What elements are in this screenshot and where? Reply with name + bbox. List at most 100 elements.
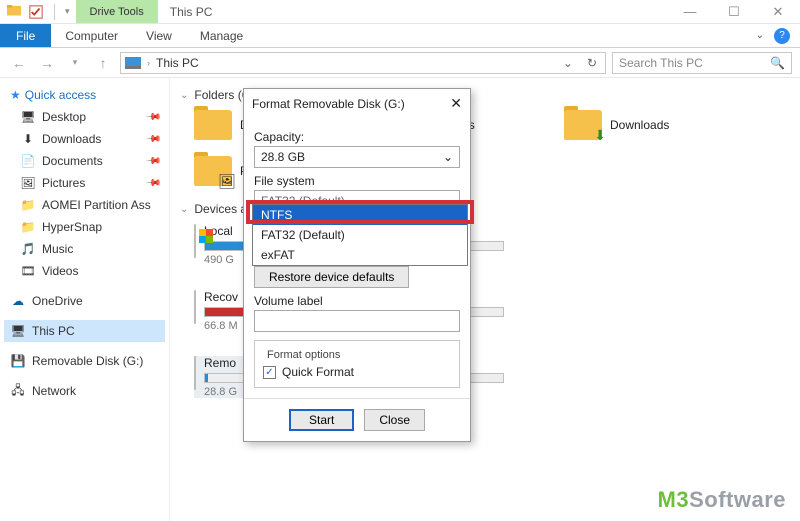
desktop-icon: 🖥 bbox=[20, 109, 36, 125]
sidebar-item-label: Music bbox=[42, 242, 73, 256]
search-input[interactable]: Search This PC 🔍 bbox=[612, 52, 792, 74]
quick-format-label: Quick Format bbox=[282, 365, 354, 379]
quick-access-toolbar: ▾ bbox=[0, 0, 76, 23]
ribbon: File Computer View Manage ⌄ ? bbox=[0, 24, 800, 48]
sidebar-quick-access-label: Quick access bbox=[25, 88, 96, 102]
sidebar-item-label: Downloads bbox=[42, 132, 101, 146]
format-dialog: Format Removable Disk (G:) ✕ Capacity: 2… bbox=[243, 88, 471, 442]
volume-label-input[interactable] bbox=[254, 310, 460, 332]
nav-forward-button[interactable]: → bbox=[36, 55, 58, 71]
breadcrumb[interactable]: This PC bbox=[156, 56, 199, 70]
sidebar-item-label: OneDrive bbox=[32, 294, 83, 308]
ribbon-tab-manage[interactable]: Manage bbox=[186, 24, 257, 47]
watermark-brand: M3 bbox=[658, 487, 690, 512]
this-pc-icon: 🖥 bbox=[10, 323, 26, 339]
search-placeholder: Search This PC bbox=[619, 56, 703, 70]
dialog-titlebar: Format Removable Disk (G:) ✕ bbox=[244, 89, 470, 118]
format-options-group: Format options ✓ Quick Format bbox=[254, 340, 460, 388]
filesystem-dropdown-list: NTFS FAT32 (Default) exFAT bbox=[252, 204, 468, 266]
downloads-icon: ⬇ bbox=[20, 131, 36, 147]
checkbox-icon[interactable] bbox=[28, 4, 44, 20]
nav-back-button[interactable]: ← bbox=[8, 55, 30, 71]
folder-icon: 🖼 bbox=[194, 156, 232, 186]
download-arrow-icon: ⬇ bbox=[594, 127, 606, 144]
ribbon-file[interactable]: File bbox=[0, 24, 51, 47]
close-button[interactable]: ✕ bbox=[756, 0, 800, 23]
picture-icon: 🖼 bbox=[218, 173, 236, 190]
sidebar-this-pc[interactable]: 🖥This PC bbox=[4, 320, 165, 342]
minimize-button[interactable]: — bbox=[668, 0, 712, 23]
filesystem-option-fat32[interactable]: FAT32 (Default) bbox=[253, 225, 467, 245]
format-options-legend: Format options bbox=[263, 349, 344, 361]
quick-format-checkbox[interactable]: ✓ Quick Format bbox=[263, 365, 451, 379]
sidebar-item-hypersnap[interactable]: 📁HyperSnap bbox=[4, 216, 165, 238]
sidebar-item-label: Network bbox=[32, 384, 76, 398]
window-titlebar: ▾ Drive Tools This PC — ☐ ✕ bbox=[0, 0, 800, 24]
qat-dropdown-icon[interactable]: ▾ bbox=[65, 6, 70, 17]
dialog-close-button[interactable]: ✕ bbox=[450, 95, 462, 112]
sidebar-item-music[interactable]: 🎵 Music bbox=[4, 238, 165, 260]
drive-icon bbox=[194, 290, 196, 324]
help-icon[interactable]: ? bbox=[774, 28, 790, 44]
sidebar-item-aomei[interactable]: 📁AOMEI Partition Ass bbox=[4, 194, 165, 216]
folder-downloads[interactable]: ⬇ Downloads bbox=[564, 110, 754, 140]
address-bar[interactable]: › This PC ⌄ ↻ bbox=[120, 52, 606, 74]
documents-icon: 📄 bbox=[20, 153, 36, 169]
this-pc-icon bbox=[125, 57, 141, 69]
restore-defaults-button[interactable]: Restore device defaults bbox=[254, 266, 409, 288]
drive-icon bbox=[194, 224, 196, 258]
dialog-title: Format Removable Disk (G:) bbox=[252, 97, 405, 111]
watermark-text: Software bbox=[689, 487, 786, 512]
sidebar-item-pictures[interactable]: 🖼Pictures📌 bbox=[4, 172, 165, 194]
sidebar-item-label: Removable Disk (G:) bbox=[32, 354, 143, 368]
ribbon-tab-view[interactable]: View bbox=[132, 24, 186, 47]
sidebar-onedrive[interactable]: ☁OneDrive bbox=[4, 290, 165, 312]
folder-label: Downloads bbox=[610, 118, 669, 132]
usb-icon: 💾 bbox=[10, 353, 26, 369]
capacity-select[interactable]: 28.8 GB ⌄ bbox=[254, 146, 460, 168]
ribbon-help-area: ⌄ ? bbox=[746, 24, 800, 47]
videos-icon: 🎞 bbox=[20, 263, 36, 279]
sidebar-item-downloads[interactable]: ⬇ Downloads 📌 bbox=[4, 128, 165, 150]
maximize-button[interactable]: ☐ bbox=[712, 0, 756, 23]
sidebar-item-videos[interactable]: 🎞 Videos bbox=[4, 260, 165, 282]
sidebar-item-label: AOMEI Partition Ass bbox=[42, 198, 151, 212]
sidebar-item-label: Pictures bbox=[42, 176, 85, 190]
sidebar-quick-access[interactable]: ★ Quick access bbox=[4, 84, 165, 106]
sidebar-item-documents[interactable]: 📄 Documents 📌 bbox=[4, 150, 165, 172]
capacity-value: 28.8 GB bbox=[261, 150, 305, 164]
usb-drive-icon bbox=[194, 356, 196, 390]
sidebar-network[interactable]: 🖧Network bbox=[4, 380, 165, 402]
breadcrumb-sep: › bbox=[147, 58, 150, 68]
app-icon bbox=[6, 4, 22, 20]
nav-up-button[interactable]: ↑ bbox=[92, 55, 114, 71]
sidebar-removable-disk[interactable]: 💾 Removable Disk (G:) bbox=[4, 350, 165, 372]
sidebar-item-label: Desktop bbox=[42, 110, 86, 124]
refresh-icon[interactable]: ↻ bbox=[583, 56, 601, 70]
pin-icon: 📌 bbox=[144, 175, 161, 192]
sidebar-item-desktop[interactable]: 🖥 Desktop 📌 bbox=[4, 106, 165, 128]
music-icon: 🎵 bbox=[20, 241, 36, 257]
pin-icon: 📌 bbox=[144, 153, 161, 170]
pin-icon: 📌 bbox=[144, 131, 161, 148]
ribbon-tab-computer[interactable]: Computer bbox=[51, 24, 132, 47]
address-dropdown-icon[interactable]: ⌄ bbox=[559, 56, 577, 70]
chevron-down-icon: ⌄ bbox=[180, 90, 188, 101]
separator bbox=[54, 4, 55, 20]
chevron-down-icon: ⌄ bbox=[180, 204, 188, 215]
filesystem-label: File system bbox=[254, 174, 460, 188]
watermark: M3Software bbox=[658, 487, 786, 513]
address-bar-row: ← → ▾ ↑ › This PC ⌄ ↻ Search This PC 🔍 bbox=[0, 48, 800, 78]
start-button[interactable]: Start bbox=[289, 409, 354, 431]
pin-icon: 📌 bbox=[144, 109, 161, 126]
search-icon: 🔍 bbox=[770, 56, 785, 70]
sidebar-item-label: Videos bbox=[42, 264, 78, 278]
close-button[interactable]: Close bbox=[364, 409, 425, 431]
window-title: This PC bbox=[158, 0, 668, 23]
nav-history-dropdown[interactable]: ▾ bbox=[64, 57, 86, 68]
filesystem-option-exfat[interactable]: exFAT bbox=[253, 245, 467, 265]
contextual-tab-drive-tools[interactable]: Drive Tools bbox=[76, 0, 158, 23]
filesystem-option-ntfs[interactable]: NTFS bbox=[253, 205, 467, 225]
ribbon-collapse-icon[interactable]: ⌄ bbox=[756, 30, 764, 41]
sidebar-item-label: Documents bbox=[42, 154, 103, 168]
